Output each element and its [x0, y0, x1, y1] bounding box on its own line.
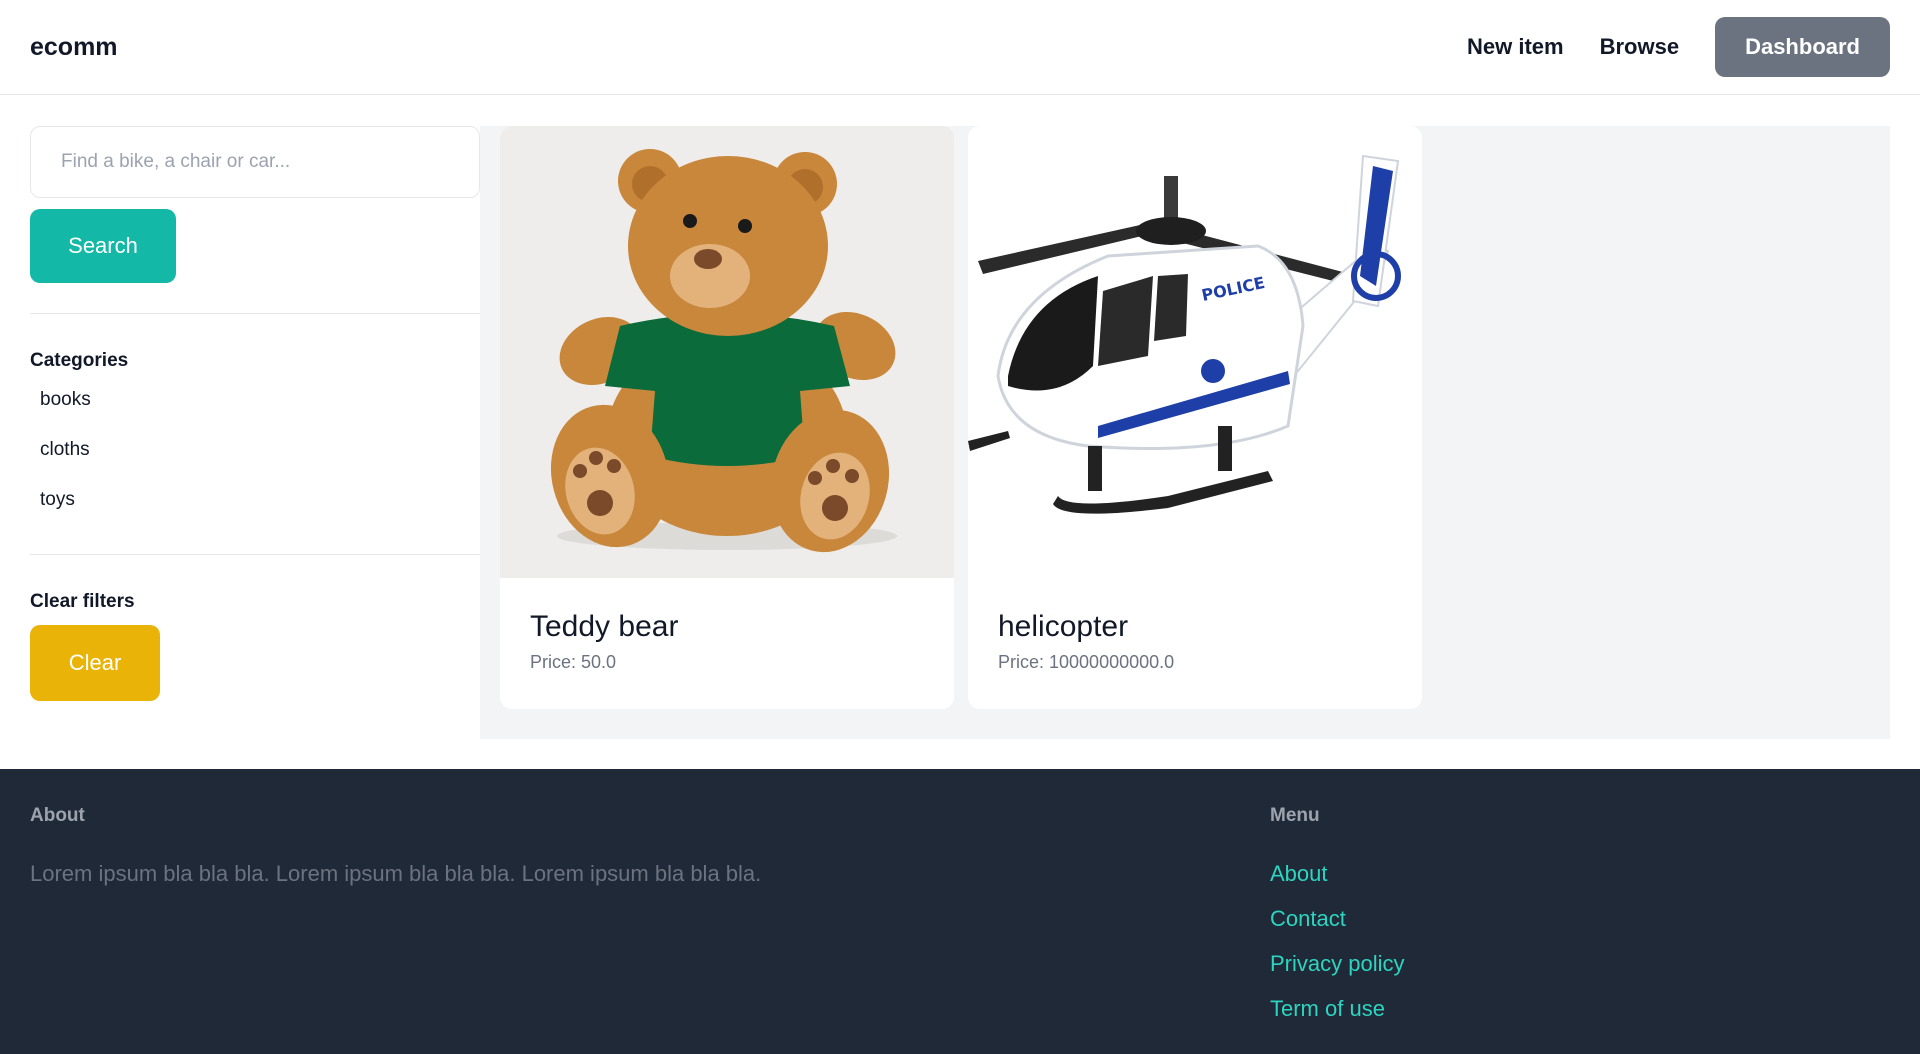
navbar: ecomm New item Browse Dashboard: [0, 0, 1920, 95]
filter-sidebar: Search Categories books cloths toys Clea…: [30, 126, 480, 739]
footer: About Lorem ipsum bla bla bla. Lorem ips…: [0, 769, 1920, 1054]
footer-link-contact[interactable]: Contact: [1270, 906, 1346, 932]
teddy-bear-icon: [550, 149, 897, 553]
brand-logo[interactable]: ecomm: [30, 33, 118, 62]
footer-link-term-of-use[interactable]: Term of use: [1270, 996, 1385, 1022]
product-card[interactable]: Teddy bear Price: 50.0: [500, 126, 954, 709]
product-price: Price: 50.0: [530, 652, 617, 672]
nav-new-item-link[interactable]: New item: [1467, 34, 1564, 60]
nav-links: New item Browse Dashboard: [1467, 17, 1890, 77]
police-helicopter-icon: POLICE: [968, 154, 1401, 514]
divider: [30, 554, 480, 555]
clear-button[interactable]: Clear: [30, 625, 160, 701]
search-input[interactable]: [30, 126, 480, 198]
nav-browse-link[interactable]: Browse: [1600, 34, 1679, 60]
footer-menu-title: Menu: [1270, 805, 1320, 826]
footer-link-privacy-policy[interactable]: Privacy policy: [1270, 951, 1404, 977]
category-item-cloths[interactable]: cloths: [40, 439, 90, 461]
search-button[interactable]: Search: [30, 209, 176, 283]
category-item-toys[interactable]: toys: [40, 489, 75, 511]
clear-filters-title: Clear filters: [30, 591, 135, 612]
main-content: Search Categories books cloths toys Clea…: [30, 126, 1890, 739]
footer-about-text: Lorem ipsum bla bla bla. Lorem ipsum bla…: [30, 861, 762, 886]
product-image-teddy-bear: [500, 126, 954, 578]
product-image-police-helicopter: POLICE: [968, 126, 1422, 578]
footer-about-title: About: [30, 805, 85, 826]
product-name: helicopter: [998, 610, 1129, 643]
card-body: helicopter Price: 10000000000.0: [968, 578, 1422, 673]
divider: [30, 313, 480, 314]
product-card[interactable]: POLICE helicopter Price: 10000000000.0: [968, 126, 1422, 709]
footer-link-about[interactable]: About: [1270, 861, 1328, 887]
card-body: Teddy bear Price: 50.0: [500, 578, 954, 673]
product-name: Teddy bear: [530, 610, 679, 643]
product-price: Price: 10000000000.0: [998, 652, 1175, 672]
dashboard-button[interactable]: Dashboard: [1715, 17, 1890, 77]
category-item-books[interactable]: books: [40, 389, 91, 411]
categories-title: Categories: [30, 350, 129, 371]
